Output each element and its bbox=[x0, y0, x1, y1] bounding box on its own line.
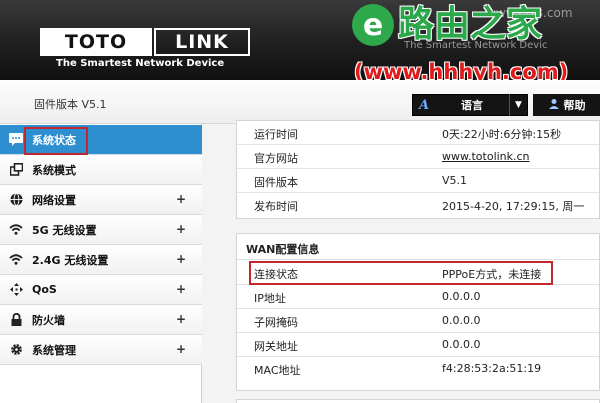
expand-plus-icon[interactable]: + bbox=[176, 282, 186, 296]
table-row: 固件版本 V5.1 bbox=[237, 169, 599, 193]
lock-icon bbox=[9, 313, 23, 327]
mac-address-value: f4:28:53:2a:51:19 bbox=[442, 362, 542, 375]
wifi-icon bbox=[9, 253, 23, 267]
gateway-value: 0.0.0.0 bbox=[442, 338, 481, 351]
help-person-icon bbox=[548, 98, 560, 113]
website-link[interactable]: www.totolink.cn bbox=[442, 150, 530, 163]
logo-part-link: LINK bbox=[154, 28, 250, 56]
wan-panel-title: WAN配置信息 bbox=[246, 243, 320, 256]
mac-address-label: MAC地址 bbox=[254, 364, 301, 377]
sidebar-item-label: QoS bbox=[32, 283, 57, 296]
next-panel-edge bbox=[236, 399, 600, 403]
chevron-down-icon[interactable]: ▼ bbox=[509, 94, 527, 116]
sidebar-item-24g-wireless[interactable]: 2.4G 无线设置 + bbox=[0, 245, 202, 275]
watermark-title: 路由之家 bbox=[398, 4, 543, 45]
ip-address-value: 0.0.0.0 bbox=[442, 290, 481, 303]
uptime-value: 0天:22小时:6分钟:15秒 bbox=[442, 128, 562, 141]
sidebar-item-label: 防火墙 bbox=[32, 313, 65, 327]
windows-icon bbox=[9, 163, 23, 177]
totolink-logo: TOTO LINK bbox=[40, 28, 250, 56]
watermark-badge-icon: e bbox=[352, 4, 394, 46]
uptime-label: 运行时间 bbox=[254, 128, 298, 141]
table-row: 官方网站 www.totolink.cn bbox=[237, 145, 599, 169]
expand-plus-icon[interactable]: + bbox=[176, 252, 186, 266]
gateway-label: 网关地址 bbox=[254, 340, 298, 353]
sidebar-item-system-mode[interactable]: 系统模式 bbox=[0, 155, 202, 185]
language-icon: A bbox=[418, 97, 430, 113]
sidebar-item-label: 2.4G 无线设置 bbox=[32, 253, 109, 267]
website-label: 官方网站 bbox=[254, 152, 298, 165]
table-row: MAC地址 f4:28:53:2a:51:19 bbox=[237, 357, 599, 381]
sidebar-item-network-settings[interactable]: 网络设置 + bbox=[0, 185, 202, 215]
brand-tagline: The Smartest Network Device bbox=[56, 58, 225, 69]
wifi-icon bbox=[9, 223, 23, 237]
sidebar-item-label: 网络设置 bbox=[32, 193, 76, 207]
table-row: 子网掩码 0.0.0.0 bbox=[237, 309, 599, 333]
table-row: 网关地址 0.0.0.0 bbox=[237, 333, 599, 357]
expand-plus-icon[interactable]: + bbox=[176, 222, 186, 236]
firmware-value: V5.1 bbox=[442, 174, 468, 187]
sidebar-item-label: 5G 无线设置 bbox=[32, 223, 97, 237]
expand-plus-icon[interactable]: + bbox=[176, 192, 186, 206]
qos-arrows-icon bbox=[9, 283, 23, 297]
wan-panel-header: WAN配置信息 bbox=[237, 234, 599, 260]
expand-plus-icon[interactable]: + bbox=[176, 342, 186, 356]
help-button[interactable]: 帮助 bbox=[533, 94, 600, 116]
subnet-mask-label: 子网掩码 bbox=[254, 316, 298, 329]
chat-bubble-icon bbox=[9, 133, 23, 147]
sidebar-item-label: 系统管理 bbox=[32, 343, 76, 357]
sidebar-item-5g-wireless[interactable]: 5G 无线设置 + bbox=[0, 215, 202, 245]
release-time-label: 发布时间 bbox=[254, 200, 298, 213]
language-selector[interactable]: A 语言 ▼ bbox=[412, 94, 528, 116]
firmware-version-label: 固件版本 V5.1 bbox=[34, 98, 107, 111]
table-row: 运行时间 0天:22小时:6分钟:15秒 bbox=[237, 121, 599, 145]
table-row: 发布时间 2015-4-20, 17:29:15, 周一 bbox=[237, 193, 599, 217]
help-label: 帮助 bbox=[563, 99, 586, 112]
sidebar-item-system-management[interactable]: 系统管理 + bbox=[0, 335, 202, 365]
wan-info-panel: WAN配置信息 连接状态 PPPoE方式，未连接 IP地址 0.0.0.0 子网… bbox=[236, 233, 600, 391]
language-label: 语言 bbox=[461, 99, 483, 112]
sidebar-item-firewall[interactable]: 防火墙 + bbox=[0, 305, 202, 335]
globe-icon bbox=[9, 193, 23, 207]
active-item-highlight bbox=[24, 127, 88, 155]
expand-plus-icon[interactable]: + bbox=[176, 312, 186, 326]
logo-part-toto: TOTO bbox=[40, 28, 152, 56]
table-row: IP地址 0.0.0.0 bbox=[237, 285, 599, 309]
ip-address-label: IP地址 bbox=[254, 292, 286, 305]
gear-icon bbox=[9, 343, 23, 357]
sidebar-menu: 系统状态 系统模式 网络设置 + 5G 无线设置 + 2.4G 无线设置 + Q… bbox=[0, 124, 202, 403]
sidebar-item-qos[interactable]: QoS + bbox=[0, 275, 202, 305]
connection-status-highlight bbox=[249, 261, 553, 285]
release-time-value: 2015-4-20, 17:29:15, 周一 bbox=[442, 200, 585, 213]
firmware-label: 固件版本 bbox=[254, 176, 298, 189]
system-info-panel: 运行时间 0天:22小时:6分钟:15秒 官方网站 www.totolink.c… bbox=[236, 120, 600, 219]
sidebar-item-label: 系统模式 bbox=[32, 163, 76, 177]
subnet-mask-value: 0.0.0.0 bbox=[442, 314, 481, 327]
